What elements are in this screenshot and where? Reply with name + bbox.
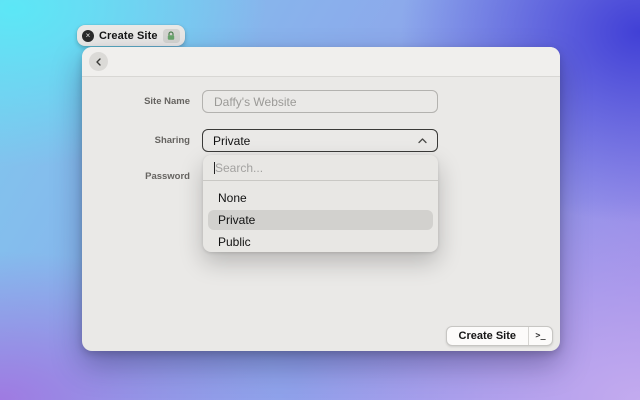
create-site-window: Site Name Sharing Password Private None … (82, 47, 560, 351)
chevron-up-icon (418, 137, 427, 143)
create-site-tab[interactable]: × Create Site (77, 25, 185, 46)
sharing-select-value: Private (213, 133, 251, 148)
back-button[interactable] (89, 52, 108, 71)
lock-icon (162, 28, 180, 43)
terminal-prompt-icon[interactable]: >_ (528, 327, 552, 345)
create-site-button-group: Create Site >_ (445, 326, 553, 346)
desktop-wallpaper: × Create Site Site Name Sharing Password… (0, 0, 640, 400)
sharing-label: Sharing (154, 135, 190, 146)
sharing-dropdown: None Private Public (203, 155, 438, 252)
sharing-select[interactable]: Private (202, 129, 438, 152)
create-site-button[interactable]: Create Site (447, 327, 528, 345)
dropdown-option-none[interactable]: None (208, 188, 433, 208)
window-header (82, 47, 560, 77)
dropdown-option-public[interactable]: Public (208, 232, 433, 252)
site-name-label: Site Name (144, 96, 190, 107)
dropdown-search-row (203, 155, 438, 181)
dropdown-option-private[interactable]: Private (208, 210, 433, 230)
tab-title: Create Site (99, 29, 158, 42)
dropdown-options-list: None Private Public (203, 181, 438, 260)
close-tab-icon[interactable]: × (82, 29, 94, 42)
site-name-input[interactable] (202, 90, 438, 113)
password-label: Password (145, 171, 190, 182)
dropdown-search-input[interactable] (203, 155, 438, 180)
chevron-left-icon (95, 57, 101, 66)
text-cursor (214, 162, 215, 174)
